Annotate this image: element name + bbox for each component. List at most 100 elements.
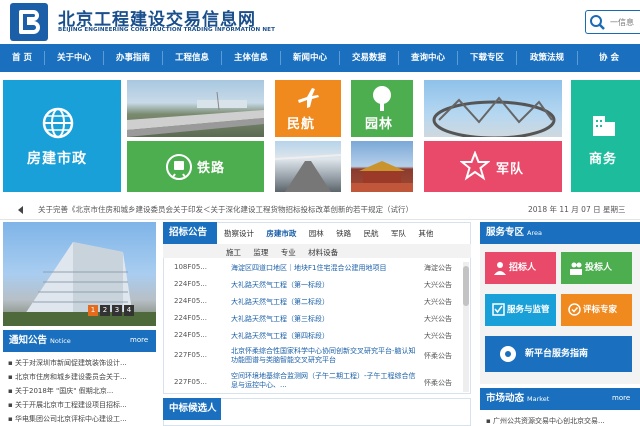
market-title-en: Market [527,395,550,403]
notice-item[interactable]: ▪ 关于2018年 "国庆" 假期北京... [8,386,156,396]
header: 北京工程建设交易信息网 BEIJING ENGINEERING CONSTRUC… [0,0,640,44]
nav-about[interactable]: 关于中心 [45,44,103,72]
service-header: 服务专区 Area [480,222,640,244]
building-icon [593,116,615,136]
nav-trade-data[interactable]: 交易数据 [340,44,398,72]
search-input[interactable] [608,11,640,33]
bid-row-title[interactable]: 空间环境地基综合监测网（子午二期工程）-子午工程综合信息与运控中心、... [231,372,417,392]
tile-fangjian[interactable]: 房建市政 [3,80,121,192]
tab-qita[interactable]: 其他 [418,229,433,238]
bid-row-title[interactable]: 大礼路天然气工程（第二标段） [231,297,417,307]
bid-row-district: 海淀公告 [424,264,452,272]
service-title-en: Area [527,229,542,237]
bid-row-title[interactable]: 大礼路天然气工程（第一标段） [231,280,417,290]
market-more-link[interactable]: more [612,394,630,402]
notice-item[interactable]: ▪ 华电集团公司北京评标中心建设工... [8,414,156,424]
notice-item[interactable]: ▪ 关于开展北京市工程建设项目招标... [8,400,156,410]
bidding-scrollbar[interactable] [463,262,469,392]
search-icon[interactable] [586,11,608,33]
slider-page-4[interactable]: 4 [124,305,134,316]
bid-row-title[interactable]: 海淀区四道口地区｜地块F1住宅混合公建用地项目 [231,263,417,273]
tab-kancha[interactable]: 勘察设计 [224,229,254,238]
nav-download[interactable]: 下载专区 [458,44,516,72]
candidate-title: 中标候选人 [163,398,221,420]
bidding-tabs: 勘察设计 房建市政 园林 铁路 民航 军队 其他 [224,228,443,239]
tile-label-junduei: 军队 [496,162,525,177]
nav-guide[interactable]: 办事指南 [104,44,162,72]
nav-home[interactable]: 首 页 [0,44,44,72]
subtab-shigong[interactable]: 施工 [226,248,241,257]
slider-page-2[interactable]: 2 [100,305,110,316]
tab-yuanlin[interactable]: 园林 [309,229,324,238]
tree-icon [373,86,391,111]
site-logo[interactable] [10,3,48,41]
tab-fangjian[interactable]: 房建市政 [266,229,296,238]
bid-row-title[interactable]: 大礼路天然气工程（第三标段） [231,314,417,324]
bidding-title: 招标公告 [163,222,217,244]
bid-row-district: 怀柔公告 [424,379,452,387]
tile-tielu[interactable]: 铁路 [127,141,264,192]
expert-icon [568,303,581,316]
users-icon [570,262,582,275]
nav-project-info[interactable]: 工程信息 [163,44,221,72]
tile-yuanlin[interactable]: 园林 [351,80,413,137]
bid-row-code: 224F05... [174,297,207,305]
tile-junduei[interactable]: 军队 [424,141,562,192]
bid-row-code: 224F05... [174,314,207,322]
service-btn-zhaobiaoren[interactable]: 招标人 [485,252,556,284]
service-btn-toubiaoren[interactable]: 投标人 [561,252,632,284]
site-subtitle: BEIJING ENGINEERING CONSTRUCTION TRADING… [58,27,275,33]
bid-row-district: 大兴公告 [424,298,452,306]
star-icon [460,151,490,181]
nav-news[interactable]: 新闻中心 [281,44,339,72]
tile-photo-palace [351,141,413,192]
notice-more-link[interactable]: more [130,336,148,344]
notice-item[interactable]: ▪ 关于对深圳市新闻促建筑装饰设计... [8,358,156,368]
bid-row-code: 224F05... [174,331,207,339]
nav-subject-info[interactable]: 主体信息 [222,44,280,72]
service-btn-guide[interactable]: 新平台服务指南 [485,336,632,372]
service-btn-zhuanjia[interactable]: 评标专家 [561,294,632,326]
slider-page-3[interactable]: 3 [112,305,122,316]
speaker-icon [18,206,23,214]
notice-item[interactable]: ▪ 北京市住房和城乡建设委员会关于... [8,372,156,382]
tile-shangwu[interactable]: 商务 [571,80,640,192]
subtab-zhuanye[interactable]: 专业 [281,248,296,257]
bid-row-district: 怀柔公告 [424,352,452,360]
tab-tielu[interactable]: 铁路 [336,229,351,238]
tile-photo-stadium [424,80,562,137]
tile-label-fangjian: 房建市政 [27,151,87,167]
bidding-subtabs: 施工 监理 专业 材料设备 [226,247,348,258]
nav-association[interactable]: 协 会 [578,44,640,72]
ticker-text[interactable]: 关于完善《北京市住房和城乡建设委员会关于印发＜关于深化建设工程货物招标投标改革创… [38,204,458,215]
main-nav: 首 页 关于中心 办事指南 工程信息 主体信息 新闻中心 交易数据 查询中心 下… [0,44,640,72]
bid-row-code: 227F05... [174,378,207,386]
nav-policy[interactable]: 政策法规 [517,44,577,72]
current-date: 2018 年 11 月 07 日 星期三 [528,205,626,214]
bid-row-title[interactable]: 北京怀柔综合性国家科学中心协同创新交叉研究平台-脑认知功能图谱与类脑智能交叉研究… [231,347,417,365]
checklist-icon [492,303,505,316]
bid-row-code: 224F05... [174,280,207,288]
tile-label-minhang: 民航 [287,117,316,132]
bid-row-code: 227F05... [174,351,207,359]
globe-icon [42,107,74,139]
bid-row-title[interactable]: 大礼路天然气工程（第四标段） [231,331,417,341]
tile-label-shangwu: 商务 [589,152,618,167]
bid-row-district: 大兴公告 [424,281,452,289]
subtab-cailiao[interactable]: 材料设备 [308,248,338,257]
tile-photo-rail [275,141,341,192]
train-icon [166,154,192,180]
service-title: 服务专区 [486,227,525,238]
tab-minhang[interactable]: 民航 [364,229,379,238]
service-btn-jianguan[interactable]: 服务与监管 [485,294,556,326]
bid-row-district: 大兴公告 [424,315,452,323]
airplane-icon [298,88,319,108]
bid-row-code: 108F05... [174,263,207,271]
slider-page-1[interactable]: 1 [88,305,98,316]
market-item[interactable]: ▪ 广州公共资源交易中心创北京交易... [486,416,636,426]
tab-junduei[interactable]: 军队 [391,229,406,238]
guide-icon [500,346,516,362]
subtab-jianli[interactable]: 监理 [253,248,268,257]
tile-minhang[interactable]: 民航 [275,80,341,137]
nav-query[interactable]: 查询中心 [399,44,457,72]
